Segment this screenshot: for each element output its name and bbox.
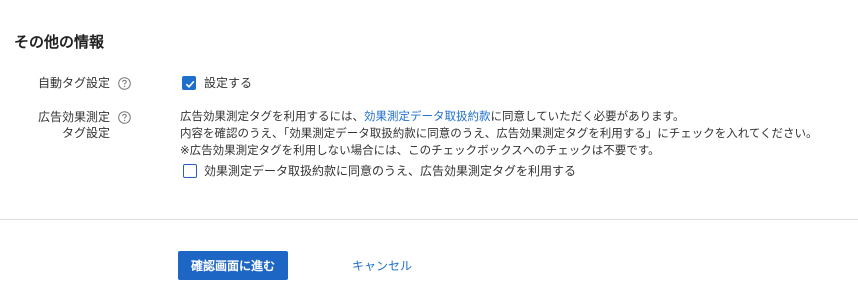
terms-link[interactable]: 効果測定データ取扱約款 <box>364 109 491 123</box>
check-icon <box>185 80 195 88</box>
help-icon[interactable] <box>118 77 131 90</box>
auto-tag-checkbox-label[interactable]: 設定する <box>204 75 252 91</box>
desc-line-1: 広告効果測定タグを利用するには、効果測定データ取扱約款に同意していただく必要があ… <box>180 108 818 125</box>
help-icon[interactable] <box>118 111 131 124</box>
auto-tag-label: 自動タグ設定 <box>37 76 110 90</box>
desc-text: 広告効果測定タグを利用するには、 <box>180 109 364 123</box>
ad-tag-label: 広告効果測定タグ設定 <box>37 110 110 140</box>
proceed-to-confirm-button[interactable]: 確認画面に進む <box>178 251 288 280</box>
desc-line-3: ※広告効果測定タグを利用しない場合には、このチェックボックスへのチェックは不要で… <box>180 143 660 157</box>
ad-tag-description: 広告効果測定タグを利用するには、効果測定データ取扱約款に同意していただく必要があ… <box>180 108 818 159</box>
divider <box>0 219 858 220</box>
cancel-link[interactable]: キャンセル <box>352 257 412 274</box>
ad-tag-agree-checkbox-label[interactable]: 効果測定データ取扱約款に同意のうえ、広告効果測定タグを利用する <box>204 163 576 179</box>
section-title: その他の情報 <box>14 33 105 51</box>
desc-line-2: 内容を確認のうえ、「効果測定データ取扱約款に同意のうえ、広告効果測定タグを利用す… <box>180 126 818 140</box>
desc-text: に同意していただく必要があります。 <box>490 109 685 123</box>
auto-tag-checkbox[interactable] <box>182 76 196 90</box>
ad-tag-agree-checkbox[interactable] <box>183 164 197 178</box>
